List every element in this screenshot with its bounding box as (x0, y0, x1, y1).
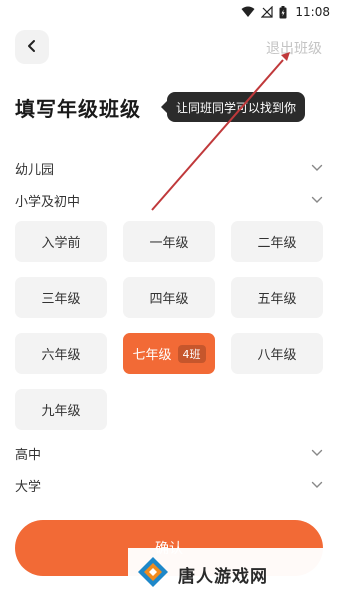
section-kindergarten[interactable]: 幼儿园 (15, 158, 323, 178)
chevron-down-icon (311, 196, 323, 204)
status-bar: 11:08 (0, 0, 338, 24)
section-label: 幼儿园 (15, 162, 55, 178)
grade-button-selected[interactable]: 七年级 4班 (123, 333, 215, 374)
grade-button[interactable]: 一年级 (123, 221, 215, 262)
section-label: 高中 (15, 447, 42, 463)
class-badge: 4班 (177, 344, 206, 363)
grade-label: 二年级 (257, 236, 297, 251)
grade-button[interactable]: 六年级 (15, 333, 107, 374)
wifi-icon (241, 6, 255, 18)
watermark: 唐人游戏网 (128, 548, 338, 600)
chevron-down-icon (311, 449, 323, 457)
chevron-down-icon (311, 481, 323, 489)
grade-label: 七年级 (132, 348, 172, 363)
section-label: 小学及初中 (15, 194, 81, 210)
grade-button[interactable]: 八年级 (231, 333, 323, 374)
grade-button[interactable]: 九年级 (15, 389, 107, 430)
section-university[interactable]: 大学 (15, 475, 323, 495)
grade-button[interactable]: 三年级 (15, 277, 107, 318)
exit-class-link[interactable]: 退出班级 (266, 38, 322, 58)
grade-label: 四年级 (149, 292, 189, 307)
grade-label: 入学前 (41, 236, 81, 251)
hint-tooltip: 让同班同学可以找到你 (160, 92, 306, 122)
watermark-text: 唐人游戏网 (178, 566, 268, 587)
grade-label: 九年级 (41, 404, 81, 419)
grade-label: 八年级 (257, 348, 297, 363)
section-primary-middle[interactable]: 小学及初中 (15, 190, 323, 210)
chevron-left-icon (26, 38, 38, 57)
page-title: 填写年级班级 (15, 97, 141, 121)
grade-button[interactable]: 入学前 (15, 221, 107, 262)
grade-label: 一年级 (149, 236, 189, 251)
grade-label: 三年级 (41, 292, 81, 307)
grade-button[interactable]: 五年级 (231, 277, 323, 318)
chevron-down-icon (311, 164, 323, 172)
signal-icon (261, 6, 274, 18)
back-button[interactable] (15, 30, 49, 64)
grade-grid: 入学前 一年级 二年级 三年级 四年级 五年级 六年级 七年级 4班 八年级 九… (15, 221, 323, 430)
grade-label: 五年级 (257, 292, 297, 307)
grade-button[interactable]: 二年级 (231, 221, 323, 262)
section-label: 大学 (15, 479, 42, 495)
grade-label: 六年级 (41, 348, 81, 363)
section-high-school[interactable]: 高中 (15, 443, 323, 463)
grade-button[interactable]: 四年级 (123, 277, 215, 318)
status-time: 11:08 (295, 5, 330, 19)
battery-icon (279, 5, 287, 19)
watermark-logo-icon (136, 555, 170, 593)
